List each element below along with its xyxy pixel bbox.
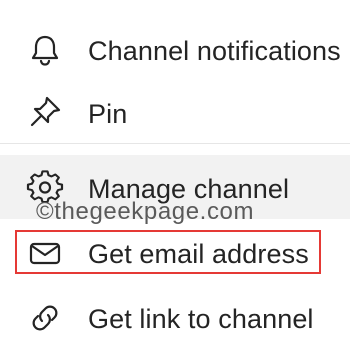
link-icon xyxy=(26,299,64,337)
menu-item-label: Pin xyxy=(88,99,128,129)
highlight-annotation-box xyxy=(15,230,321,274)
menu-item-label: Get link to channel xyxy=(88,304,314,334)
menu-item-channel-notifications[interactable]: Channel notifications xyxy=(0,22,350,78)
menu-item-pin[interactable]: Pin xyxy=(0,85,350,141)
channel-context-menu: Channel notifications Pin Manage channel… xyxy=(0,0,350,364)
bell-icon xyxy=(26,31,64,69)
pin-icon xyxy=(26,93,64,131)
menu-item-label: Channel notifications xyxy=(88,36,341,66)
menu-divider xyxy=(0,143,350,144)
menu-item-get-link-to-channel[interactable]: Get link to channel xyxy=(0,290,350,346)
watermark-text: ©thegeekpage.com xyxy=(36,198,255,225)
